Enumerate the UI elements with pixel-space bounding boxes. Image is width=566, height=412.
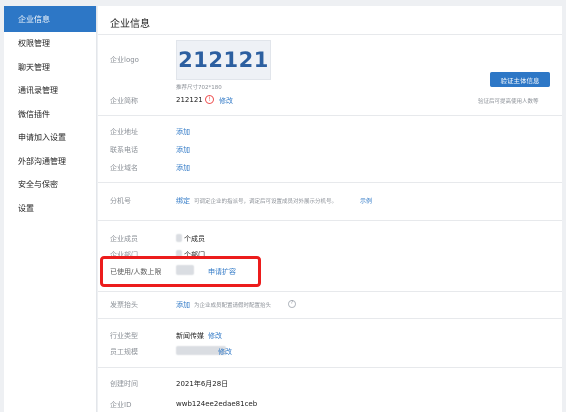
divider (98, 182, 562, 183)
staff-size-label: 员工规模 (110, 348, 138, 356)
invoice-hint: 为企业成员配置请假时配置抬头 (194, 303, 272, 309)
sidebar-item-label: 聊天管理 (18, 62, 50, 72)
sidebar-item-label: 通讯录管理 (18, 86, 58, 96)
sidebar-item-label: 微信插件 (18, 109, 50, 119)
invoice-add-link[interactable]: 添加 (176, 300, 190, 310)
phone-add-link[interactable]: 添加 (176, 145, 190, 155)
verify-hint: 验证后可提高使用人数等 (478, 99, 539, 105)
sidebar-item-settings[interactable]: 设置 (4, 197, 96, 221)
logo-label: 企业logo (110, 56, 139, 64)
verify-entity-button[interactable]: 验证主体信息 (490, 72, 550, 87)
divider (98, 367, 562, 368)
divider (98, 115, 562, 116)
sidebar-item-label: 设置 (18, 203, 34, 213)
help-icon[interactable]: ? (288, 300, 296, 308)
page-title: 企业信息 (110, 19, 150, 30)
company-short-value: 212121 (176, 96, 203, 104)
domain-label: 企业域名 (110, 164, 138, 172)
address-label: 企业地址 (110, 128, 138, 136)
extension-hint: 可调定企业的指派号，调定后可设置成员对外展示分机号。 (194, 199, 338, 205)
highlight-box (100, 256, 261, 287)
sidebar-item-label: 安全与保密 (18, 180, 58, 190)
warning-icon: ! (205, 95, 214, 104)
sidebar-item-permissions[interactable]: 权限管理 (4, 32, 96, 56)
main-panel: 企业信息 企业logo 212121 推荐尺寸702*180 验证主体信息 企业… (98, 6, 562, 412)
sidebar-item-company-info[interactable]: 企业信息 (4, 6, 96, 32)
sidebar-item-external[interactable]: 外部沟通管理 (4, 150, 96, 174)
sidebar-item-label: 权限管理 (18, 39, 50, 49)
sidebar-item-label: 申请加入设置 (18, 133, 66, 143)
corp-id-value: wwb124ee2edae81ceb (176, 400, 258, 408)
corp-id-label: 企业ID (110, 401, 132, 409)
created-value: 2021年6月28日 (176, 380, 229, 388)
industry-value: 新闻传媒 (176, 332, 204, 340)
logo-preview[interactable]: 212121 (176, 40, 271, 80)
sidebar-item-contacts[interactable]: 通讯录管理 (4, 79, 96, 103)
extension-label: 分机号 (110, 197, 131, 205)
sidebar-item-security[interactable]: 安全与保密 (4, 173, 96, 197)
domain-add-link[interactable]: 添加 (176, 163, 190, 173)
sidebar-item-label: 外部沟通管理 (18, 156, 66, 166)
logo-size-hint: 推荐尺寸702*180 (176, 85, 222, 91)
logo-text: 212121 (178, 48, 269, 72)
invoice-label: 发票抬头 (110, 301, 138, 309)
extension-bind-link[interactable]: 绑定 (176, 196, 190, 206)
divider (98, 220, 562, 221)
company-short-edit-link[interactable]: 修改 (219, 96, 233, 106)
divider (98, 34, 562, 35)
sidebar-item-join-settings[interactable]: 申请加入设置 (4, 126, 96, 150)
company-short-label: 企业简称 (110, 97, 138, 105)
sidebar-item-label: 企业信息 (18, 14, 50, 24)
industry-label: 行业类型 (110, 332, 138, 340)
app-frame: 企业信息 权限管理 聊天管理 通讯录管理 微信插件 申请加入设置 外部沟通管理 … (0, 0, 566, 412)
sidebar-item-chat[interactable]: 聊天管理 (4, 56, 96, 80)
members-label: 企业成员 (110, 235, 138, 243)
phone-label: 联系电话 (110, 146, 138, 154)
divider (98, 318, 562, 319)
sidebar-item-wechat-plugin[interactable]: 微信插件 (4, 103, 96, 127)
extension-example-link[interactable]: 示例 (360, 196, 372, 205)
divider (98, 291, 562, 292)
created-label: 创建时间 (110, 380, 138, 388)
members-count-redacted (176, 234, 182, 242)
members-value: 个成员 (184, 235, 205, 243)
address-add-link[interactable]: 添加 (176, 127, 190, 137)
staff-size-edit-link[interactable]: 修改 (218, 347, 232, 357)
industry-edit-link[interactable]: 修改 (208, 331, 222, 341)
sidebar: 企业信息 权限管理 聊天管理 通讯录管理 微信插件 申请加入设置 外部沟通管理 … (4, 6, 97, 412)
